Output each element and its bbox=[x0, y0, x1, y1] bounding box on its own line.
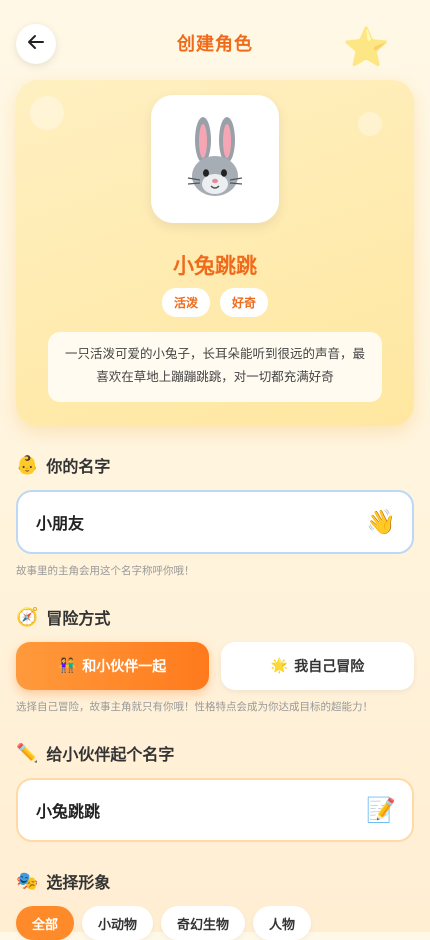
your-name-value: 小朋友 bbox=[36, 514, 85, 533]
filter-chip-animals[interactable]: 小动物 bbox=[82, 906, 154, 940]
baby-icon: 👶 bbox=[16, 454, 39, 476]
section-title: 给小伙伴起个名字 bbox=[46, 745, 175, 764]
buddy-name-value: 小兔跳跳 bbox=[36, 802, 101, 821]
section-heading-name: 👶 你的名字 bbox=[16, 453, 110, 477]
trait-tag: 好奇 bbox=[220, 288, 269, 317]
trait-tag: 活泼 bbox=[161, 288, 210, 317]
mode-hint: 选择自己冒险，故事主角就只有你哦！性格特点会成为你达成目标的超能力！ bbox=[16, 701, 373, 713]
pencil-icon: ✏️ bbox=[16, 742, 39, 764]
mode-with-buddy-button[interactable]: 👫 和小伙伴一起 bbox=[16, 642, 209, 690]
star-icon: ⭐ bbox=[342, 25, 390, 69]
decor-bubble bbox=[30, 96, 64, 130]
character-avatar bbox=[151, 95, 279, 223]
decor-bubble bbox=[358, 112, 382, 136]
memo-icon: 📝 bbox=[366, 796, 396, 824]
filter-chip-fantasy[interactable]: 奇幻生物 bbox=[161, 906, 246, 940]
buddy-name-input[interactable]: 小兔跳跳 📝 bbox=[16, 778, 414, 842]
character-description: 一只活泼可爱的小兔子，长耳朵能听到很远的声音，最喜欢在草地上蹦蹦跳跳，对一切都充… bbox=[48, 332, 382, 402]
waving-hand-icon: 👋 bbox=[366, 508, 396, 536]
mode-solo-button[interactable]: 🌟 我自己冒险 bbox=[221, 642, 414, 690]
character-card: 小兔跳跳 活泼 好奇 一只活泼可爱的小兔子，长耳朵能听到很远的声音，最喜欢在草地… bbox=[16, 80, 414, 426]
section-heading-mode: 🧭 冒险方式 bbox=[16, 605, 110, 629]
section-title: 选择形象 bbox=[46, 873, 111, 892]
filter-chip-all[interactable]: 全部 bbox=[16, 906, 75, 940]
section-heading-image: 🎭 选择形象 bbox=[16, 869, 110, 893]
section-heading-buddy: ✏️ 给小伙伴起个名字 bbox=[16, 741, 174, 765]
image-filter-chips: 全部 小动物 奇幻生物 人物 bbox=[16, 906, 312, 940]
rabbit-icon bbox=[187, 117, 243, 196]
masks-icon: 🎭 bbox=[16, 870, 39, 892]
name-hint: 故事里的主角会用这个名字称呼你哦！ bbox=[16, 565, 195, 577]
trait-tags: 活泼 好奇 bbox=[16, 288, 414, 317]
your-name-input[interactable]: 小朋友 👋 bbox=[16, 490, 414, 554]
friends-icon: 👫 bbox=[58, 658, 77, 674]
filter-chip-people[interactable]: 人物 bbox=[253, 906, 312, 940]
mode-label: 我自己冒险 bbox=[294, 659, 365, 675]
section-title: 你的名字 bbox=[46, 457, 111, 476]
compass-icon: 🧭 bbox=[16, 606, 39, 628]
glowing-star-icon: 🌟 bbox=[270, 658, 289, 674]
mode-label: 和小伙伴一起 bbox=[82, 659, 167, 675]
character-name: 小兔跳跳 bbox=[173, 254, 257, 278]
section-title: 冒险方式 bbox=[46, 609, 111, 628]
